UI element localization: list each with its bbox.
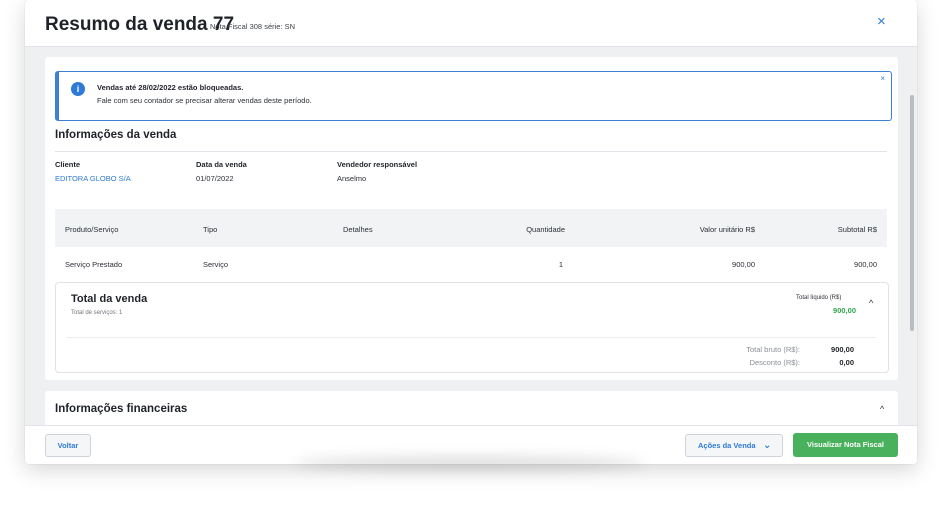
scrollbar[interactable] (910, 95, 914, 331)
alert-text: Fale com seu contador se precisar altera… (97, 96, 312, 105)
sale-summary-modal: Resumo da venda 77 Nota Fiscal 308 série… (25, 0, 917, 464)
page-title: Resumo da venda 77 (45, 14, 235, 35)
client-link[interactable]: EDITORA GLOBO S/A (55, 174, 131, 183)
col-details: Detalhes (343, 225, 373, 234)
modal-shadow (295, 456, 645, 470)
col-subtotal: Subtotal R$ (837, 225, 877, 234)
table-header: Produto/Serviço Tipo Detalhes Quantidade… (55, 209, 887, 247)
alert-close-icon[interactable]: × (880, 74, 885, 83)
sale-actions-button[interactable]: Ações da Venda ⌄ (685, 434, 783, 457)
col-type: Tipo (203, 225, 218, 234)
net-total-value: 900,00 (833, 306, 856, 315)
close-icon[interactable]: × (877, 14, 886, 29)
client-label: Cliente (55, 160, 81, 169)
info-icon: i (71, 82, 85, 96)
col-unit-value: Valor unitário R$ (699, 225, 755, 234)
sale-info-card: i Vendas até 28/02/2022 estão bloqueadas… (45, 57, 898, 380)
seller-label: Vendedor responsável (337, 160, 418, 169)
modal-header: Resumo da venda 77 Nota Fiscal 308 série… (25, 0, 917, 47)
total-services-count: Total de serviços: 1 (71, 310, 123, 316)
divider (66, 337, 876, 338)
row-unit-value: 900,00 (732, 260, 755, 269)
sale-actions-label: Ações da Venda (698, 441, 756, 450)
chevron-up-icon[interactable]: ^ (869, 298, 873, 308)
invoice-subtitle: Nota Fiscal 308 série: SN (210, 22, 296, 31)
financial-info-title: Informações financeiras (55, 403, 188, 415)
alert-title: Vendas até 28/02/2022 estão bloqueadas. (97, 83, 244, 92)
sale-info-title: Informações da venda (55, 129, 177, 141)
col-quantity: Quantidade (526, 225, 565, 234)
chevron-up-icon[interactable]: ^ (880, 404, 884, 414)
back-button[interactable]: Voltar (45, 434, 91, 457)
date-value: 01/07/2022 (196, 174, 234, 183)
date-label: Data da venda (196, 160, 247, 169)
total-title: Total da venda (71, 293, 148, 305)
row-subtotal: 900,00 (854, 260, 877, 269)
blocked-sales-alert: i Vendas até 28/02/2022 estão bloqueadas… (55, 71, 892, 121)
net-total-label: Total líquido (R$) (796, 295, 842, 301)
row-type: Serviço (203, 260, 229, 269)
modal-body: i Vendas até 28/02/2022 estão bloqueadas… (25, 47, 917, 431)
row-product: Serviço Prestado (65, 260, 123, 269)
sale-total-panel: Total da venda Total de serviços: 1 Tota… (55, 282, 889, 373)
view-invoice-button[interactable]: Visualizar Nota Fiscal (793, 433, 898, 457)
discount-label: Desconto (R$): (749, 358, 800, 367)
gross-total-label: Total bruto (R$): (746, 345, 800, 354)
divider (55, 151, 887, 152)
row-quantity: 1 (558, 260, 563, 269)
col-product: Produto/Serviço (65, 225, 119, 234)
discount-value: 0,00 (839, 358, 854, 367)
seller-value: Anselmo (337, 174, 367, 183)
chevron-down-icon: ⌄ (763, 440, 772, 451)
gross-total-value: 900,00 (831, 345, 854, 354)
